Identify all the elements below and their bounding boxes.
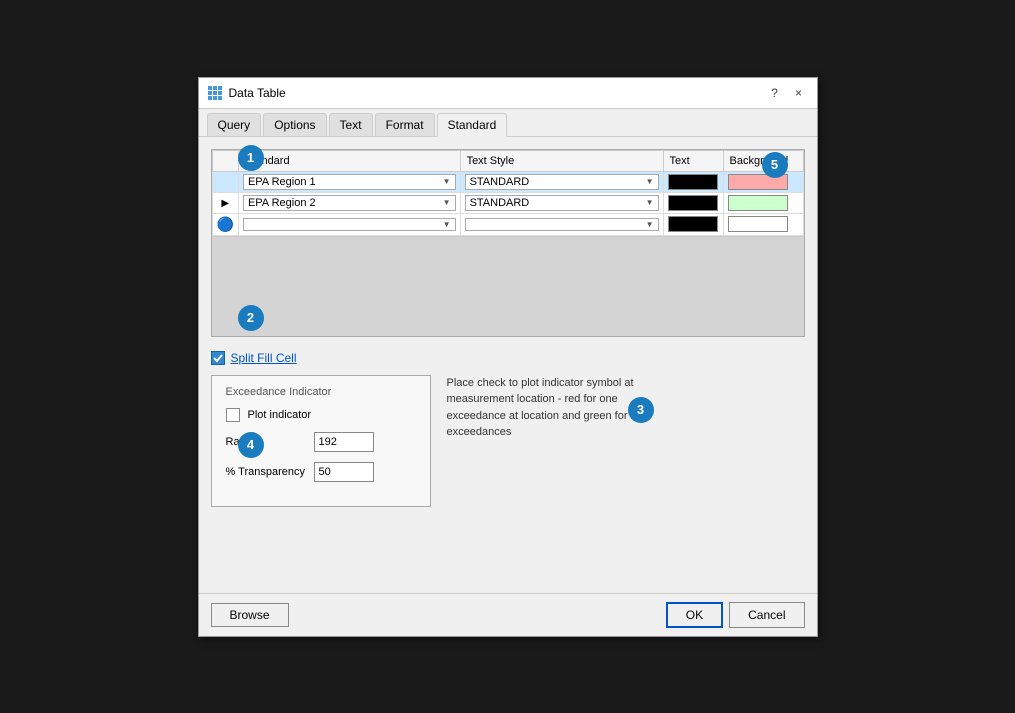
radius-input[interactable] (314, 432, 374, 452)
row-1-text-style[interactable]: STANDARD ▼ (460, 171, 663, 192)
transparency-input[interactable] (314, 462, 374, 482)
split-fill-icon[interactable] (211, 351, 225, 365)
row-2-indicator: ▶ (212, 192, 238, 213)
color-swatch-text[interactable] (668, 216, 718, 232)
row-2-standard-dropdown[interactable]: EPA Region 2 ▼ (243, 195, 456, 211)
transparency-row: % Transparency (226, 462, 416, 482)
ok-button[interactable]: OK (666, 602, 723, 628)
tabs-bar: Query Options Text Format Standard (199, 109, 817, 137)
split-fill-row: Split Fill Cell (211, 351, 805, 365)
row-3-text-color[interactable] (663, 213, 723, 235)
row-2-text-style[interactable]: STANDARD ▼ (460, 192, 663, 213)
row-1-standard[interactable]: EPA Region 1 ▼ (238, 171, 460, 192)
col-text-style: Text Style (460, 150, 663, 171)
color-swatch-bg[interactable] (728, 195, 788, 211)
row-1-indicator (212, 171, 238, 192)
table-row[interactable]: EPA Region 1 ▼ STANDARD ▼ (212, 171, 803, 192)
table-row[interactable]: 🔵 ▼ ▼ (212, 213, 803, 235)
row-1-text-color[interactable] (663, 171, 723, 192)
help-button[interactable]: ? (765, 84, 785, 102)
dialog-title: Data Table (229, 86, 286, 100)
chevron-down-icon: ▼ (443, 220, 451, 229)
bottom-bar: Browse OK Cancel (199, 593, 817, 636)
annotation-bubble-3: 3 (628, 397, 654, 423)
dialog: Data Table ? × Query Options Text Format… (198, 77, 818, 637)
col-text: Text (663, 150, 723, 171)
tab-text[interactable]: Text (329, 113, 373, 136)
tab-format[interactable]: Format (375, 113, 435, 136)
row-3-standard-dropdown[interactable]: ▼ (243, 218, 456, 231)
close-button[interactable]: × (789, 84, 809, 102)
row-arrow-icon: ▶ (221, 198, 229, 209)
exceedance-group-label: Exceedance Indicator (226, 386, 416, 398)
browse-button[interactable]: Browse (211, 603, 289, 627)
color-swatch-text[interactable] (668, 195, 718, 211)
bottom-right-buttons: OK Cancel (666, 602, 805, 628)
tab-standard[interactable]: Standard (437, 113, 508, 137)
data-table-wrapper: Standard Text Style Text Background (211, 149, 805, 337)
color-swatch-text[interactable] (668, 174, 718, 190)
row-3-indicator: 🔵 (212, 213, 238, 235)
chevron-down-icon: ▼ (646, 220, 654, 229)
tab-query[interactable]: Query (207, 113, 262, 136)
color-swatch-bg[interactable] (728, 216, 788, 232)
table-row[interactable]: ▶ EPA Region 2 ▼ STANDARD (212, 192, 803, 213)
checkbox-check-icon (213, 353, 223, 363)
content-area: Standard Text Style Text Background (199, 137, 817, 593)
title-bar-left: Data Table (207, 85, 286, 101)
plot-indicator-row: Plot indicator (226, 408, 416, 422)
plot-indicator-checkbox[interactable] (226, 408, 240, 422)
tab-options[interactable]: Options (263, 113, 326, 136)
col-indicator (212, 150, 238, 171)
outer-container: 1 2 3 4 5 Data Table ? (98, 57, 918, 657)
chevron-down-icon: ▼ (443, 177, 451, 186)
row-3-text-style[interactable]: ▼ (460, 213, 663, 235)
data-table: Standard Text Style Text Background (212, 150, 804, 236)
app-icon (207, 85, 223, 101)
annotation-bubble-5: 5 (762, 152, 788, 178)
row-2-bg-color[interactable] (723, 192, 803, 213)
row-3-text-style-dropdown[interactable]: ▼ (465, 218, 659, 231)
transparency-label: % Transparency (226, 466, 306, 478)
add-row-icon: 🔵 (217, 216, 234, 232)
row-1-bg-color[interactable] (723, 171, 803, 192)
annotation-bubble-1: 1 (238, 145, 264, 171)
row-1-text-style-dropdown[interactable]: STANDARD ▼ (465, 174, 659, 190)
table-empty-area (212, 236, 804, 336)
grid-icon (208, 86, 222, 100)
annotation-bubble-2: 2 (238, 305, 264, 331)
row-2-text-color[interactable] (663, 192, 723, 213)
chevron-down-icon: ▼ (443, 198, 451, 207)
cancel-button[interactable]: Cancel (729, 602, 804, 628)
split-fill-cell-link[interactable]: Split Fill Cell (231, 351, 297, 365)
row-3-standard[interactable]: ▼ (238, 213, 460, 235)
row-3-bg-color[interactable] (723, 213, 803, 235)
title-bar-right: ? × (765, 84, 809, 102)
row-2-text-style-dropdown[interactable]: STANDARD ▼ (465, 195, 659, 211)
row-2-standard[interactable]: EPA Region 2 ▼ (238, 192, 460, 213)
title-bar: Data Table ? × (199, 78, 817, 109)
chevron-down-icon: ▼ (646, 177, 654, 186)
annotation-bubble-4: 4 (238, 432, 264, 458)
exceedance-section: Exceedance Indicator Plot indicator Radi… (211, 375, 805, 507)
chevron-down-icon: ▼ (646, 198, 654, 207)
plot-indicator-label: Plot indicator (248, 409, 328, 421)
col-standard: Standard (238, 150, 460, 171)
row-1-standard-dropdown[interactable]: EPA Region 1 ▼ (243, 174, 456, 190)
